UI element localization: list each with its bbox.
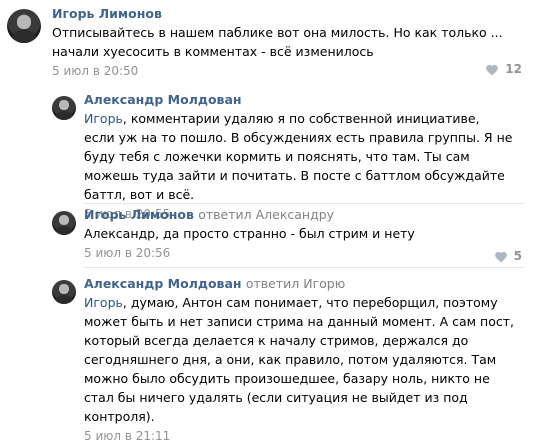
- comment-text: Александр, да просто странно - был стрим…: [84, 226, 415, 241]
- like-count: 5: [513, 249, 522, 263]
- comment-author-line: Игорь Лимонов ответил Александру: [84, 207, 504, 222]
- reply-to-label[interactable]: ответил Александру: [198, 207, 334, 222]
- comment-text: Игорь, думаю, Антон сам понимает, что пе…: [84, 293, 514, 426]
- like-count: 12: [505, 62, 522, 76]
- comment-text: Игорь, комментарии удаляю я по собственн…: [84, 109, 514, 204]
- comment-text: Отписывайтесь в нашем паблике вот она ми…: [52, 25, 503, 59]
- comment-date[interactable]: 5 июл в 20:50: [52, 62, 522, 80]
- avatar[interactable]: [52, 96, 76, 120]
- comment-author[interactable]: Игорь Лимонов: [84, 207, 194, 222]
- avatar[interactable]: [52, 211, 76, 235]
- comment-reply: Александр Молдован Игорь, комментарии уд…: [0, 90, 538, 221]
- comment-reply: Игорь Лимонов ответил Александру Алексан…: [0, 203, 538, 267]
- comment-date[interactable]: 5 июл в 21:11: [84, 427, 514, 445]
- avatar[interactable]: [52, 280, 76, 304]
- comment-body: , думаю, Антон сам понимает, что перебор…: [84, 295, 514, 424]
- like-button[interactable]: 5: [494, 249, 522, 263]
- reply-to-label[interactable]: ответил Игорю: [246, 276, 345, 291]
- like-button[interactable]: 12: [485, 62, 522, 76]
- heart-icon: [494, 251, 507, 262]
- mention-link[interactable]: Игорь: [84, 295, 123, 310]
- avatar[interactable]: [7, 9, 41, 43]
- mention-link[interactable]: Игорь: [84, 111, 123, 126]
- comment-author-line: Александр Молдован ответил Игорю: [84, 276, 514, 291]
- comment: Игорь Лимонов Отписывайтесь в нашем пабл…: [0, 0, 538, 90]
- heart-icon: [486, 64, 499, 75]
- comment-body: , комментарии удаляю я по собственной ин…: [84, 111, 513, 202]
- comment-author[interactable]: Игорь Лимонов: [52, 6, 522, 21]
- comment-date[interactable]: 5 июл в 20:56: [84, 244, 504, 262]
- comment-author[interactable]: Александр Молдован: [84, 92, 514, 107]
- comment-reply: Александр Молдован ответил Игорю Игорь, …: [0, 268, 538, 443]
- comment-author[interactable]: Александр Молдован: [84, 276, 242, 291]
